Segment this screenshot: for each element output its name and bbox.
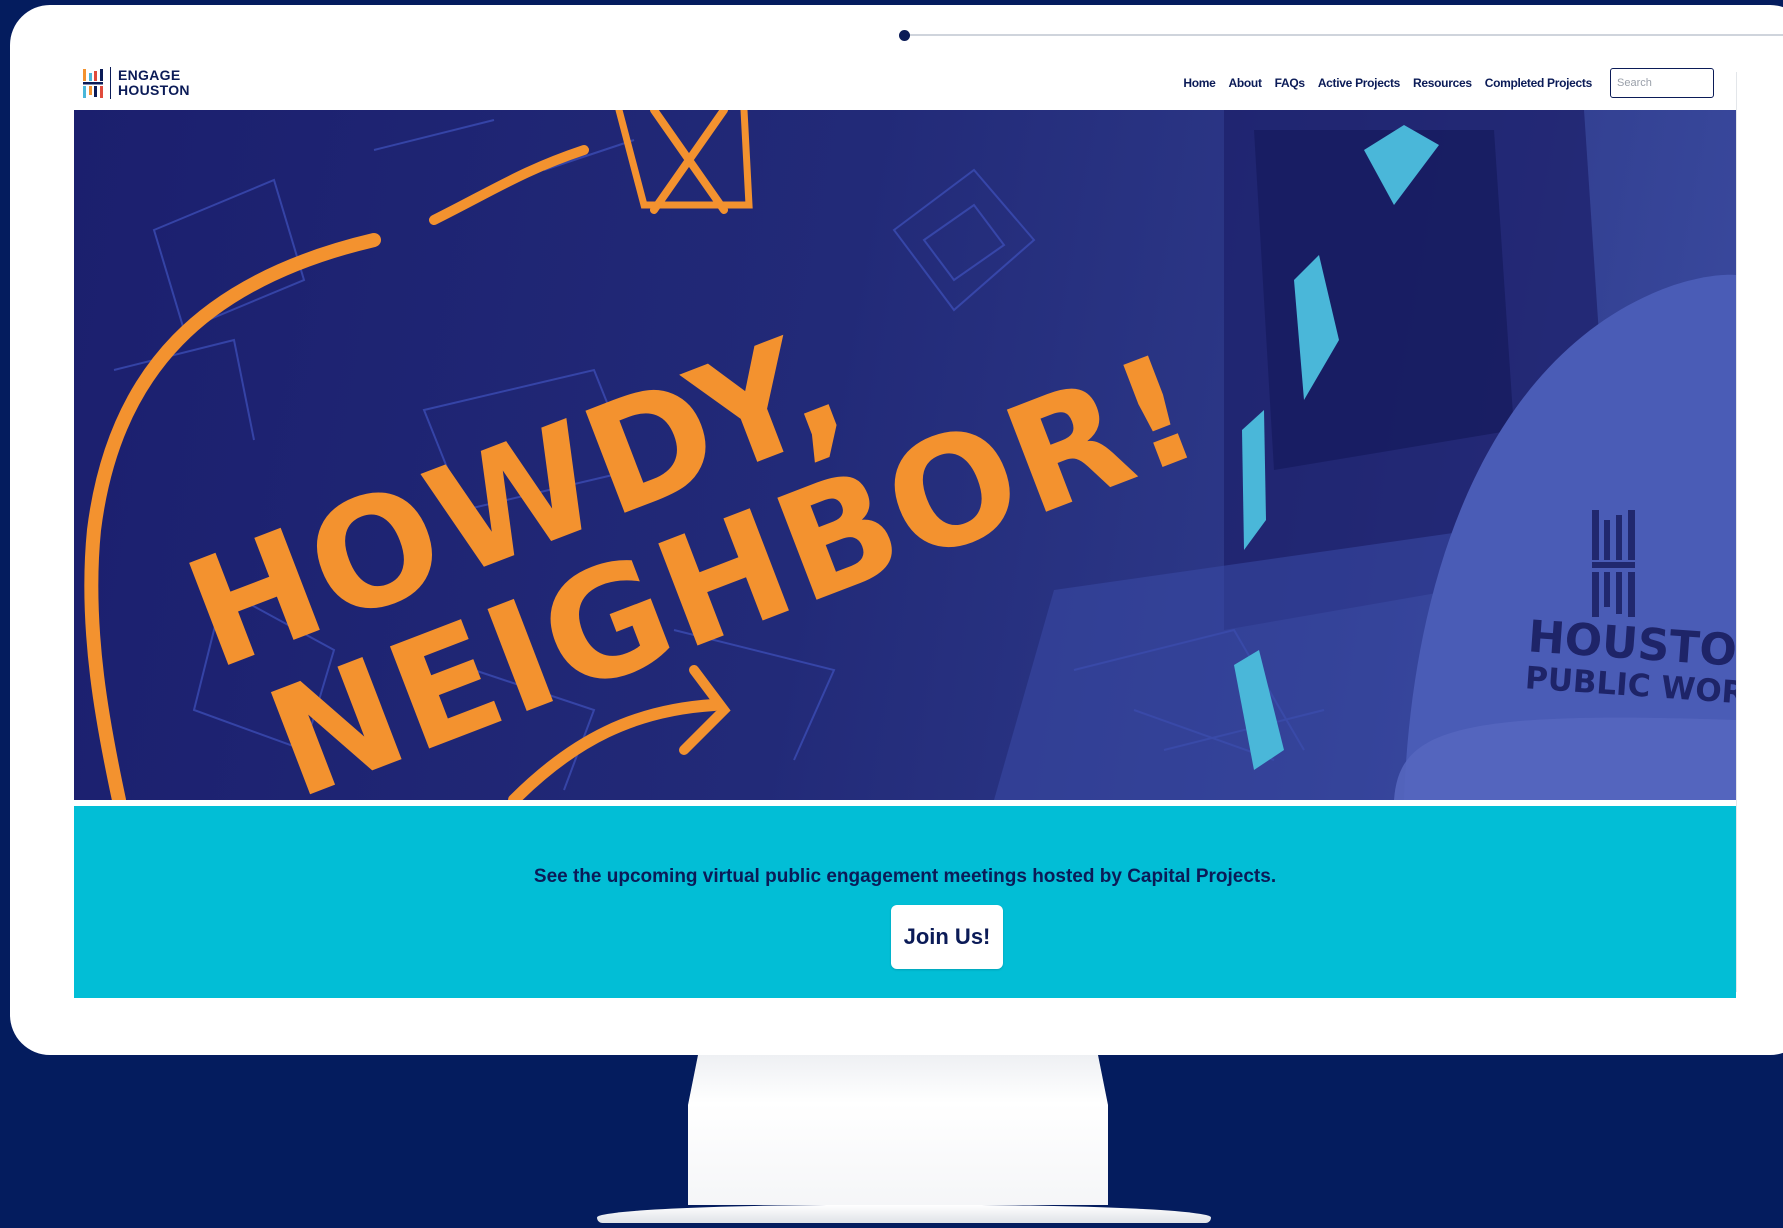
monitor-base: [597, 1205, 1211, 1223]
houston-h-logo-icon: [82, 67, 104, 99]
hero-banner: HOWDY, NEIGHBOR! HOUSTON PUBLIC WORKS: [74, 110, 1736, 800]
carousel-progress-dot[interactable]: [899, 30, 910, 41]
logo-divider: [110, 66, 111, 99]
logo-text: ENGAGE HOUSTON: [118, 66, 190, 98]
carousel-progress-track[interactable]: [905, 34, 1783, 36]
join-us-button[interactable]: Join Us!: [891, 905, 1003, 969]
meetings-cta-banner: See the upcoming virtual public engageme…: [74, 806, 1736, 998]
nav-active-projects[interactable]: Active Projects: [1318, 76, 1401, 90]
nav-resources[interactable]: Resources: [1413, 76, 1472, 90]
cta-description: See the upcoming virtual public engageme…: [533, 866, 1277, 887]
nav-about[interactable]: About: [1229, 76, 1262, 90]
page: ENGAGE HOUSTON Home About FAQs Active Pr…: [0, 0, 1783, 1228]
engage-houston-logo[interactable]: ENGAGE HOUSTON: [82, 66, 190, 99]
search-input[interactable]: [1610, 67, 1714, 98]
website-screen: ENGAGE HOUSTON Home About FAQs Active Pr…: [74, 55, 1736, 998]
monitor-stand: [688, 1055, 1108, 1205]
hero-illustration: HOWDY, NEIGHBOR! HOUSTON PUBLIC WORKS: [84, 110, 1736, 800]
nav-faqs[interactable]: FAQs: [1275, 76, 1305, 90]
main-nav: Home About FAQs Active Projects Resource…: [1170, 67, 1714, 98]
screen-edge-divider: [1736, 72, 1783, 992]
nav-completed-projects[interactable]: Completed Projects: [1485, 76, 1593, 90]
nav-home[interactable]: Home: [1183, 76, 1215, 90]
site-header: ENGAGE HOUSTON Home About FAQs Active Pr…: [74, 55, 1736, 110]
logo-line-engage: ENGAGE: [118, 66, 181, 83]
logo-line-houston: HOUSTON: [118, 81, 190, 98]
